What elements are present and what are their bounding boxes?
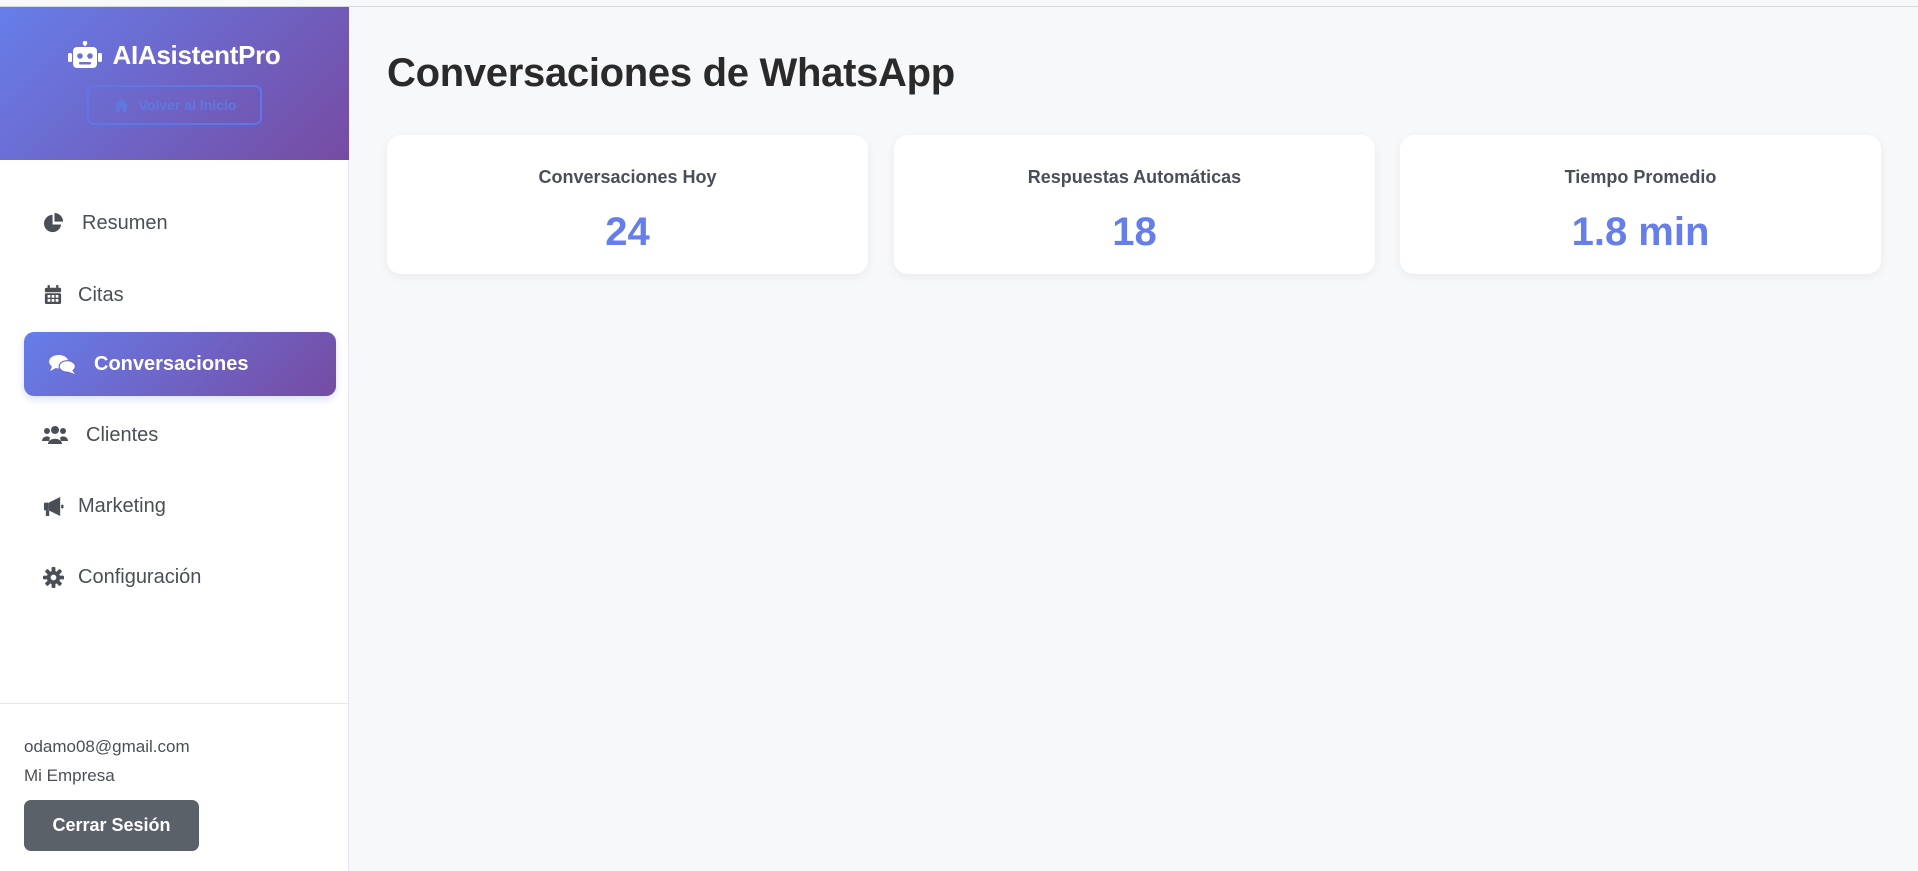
megaphone-icon (42, 495, 64, 517)
main-content: Conversaciones de WhatsApp Conversacione… (350, 7, 1918, 871)
sidebar-item-label: Conversaciones (94, 352, 249, 375)
sidebar-item-conversaciones[interactable]: Conversaciones (24, 332, 336, 396)
stat-label: Conversaciones Hoy (538, 167, 717, 187)
stat-card-tiempo-promedio: Tiempo Promedio 1.8 min (1400, 135, 1881, 274)
sidebar-item-label: Configuración (78, 565, 202, 588)
sidebar-item-label: Marketing (78, 494, 166, 517)
brand-header: AIAsistentPro Volver al Inicio (0, 7, 349, 160)
brand-title: AIAsistentPro (112, 40, 281, 70)
stat-value: 1.8 min (1571, 210, 1710, 254)
home-button[interactable]: Volver al Inicio (87, 85, 262, 125)
logout-button[interactable]: Cerrar Sesión (24, 800, 199, 851)
stat-label: Respuestas Automáticas (1027, 167, 1242, 187)
home-button-label: Volver al Inicio (138, 97, 237, 113)
users-icon (42, 424, 68, 446)
stat-label: Tiempo Promedio (1564, 167, 1717, 187)
stat-card-conversaciones-hoy: Conversaciones Hoy 24 (387, 135, 868, 274)
sidebar-footer: odamo08@gmail.com Mi Empresa Cerrar Sesi… (0, 703, 349, 871)
page-title: Conversaciones de WhatsApp (387, 51, 955, 95)
sidebar-item-configuracion[interactable]: Configuración (24, 545, 336, 609)
sidebar: AIAsistentPro Volver al Inicio Resumen C… (0, 7, 349, 871)
user-email: odamo08@gmail.com (24, 737, 190, 756)
sidebar-item-label: Resumen (82, 211, 168, 234)
sidebar-item-label: Clientes (86, 423, 159, 446)
robot-icon (68, 40, 103, 71)
top-border (0, 0, 1918, 7)
home-icon (113, 98, 129, 112)
sidebar-item-marketing[interactable]: Marketing (24, 474, 336, 538)
brand-row: AIAsistentPro (68, 40, 281, 71)
gear-icon (42, 566, 64, 588)
pie-chart-icon (42, 212, 64, 234)
calendar-icon (42, 284, 64, 306)
sidebar-item-clientes[interactable]: Clientes (24, 403, 336, 467)
stat-value: 24 (605, 210, 650, 254)
sidebar-item-label: Citas (78, 283, 124, 306)
chat-icon (48, 353, 76, 375)
sidebar-item-citas[interactable]: Citas (24, 263, 336, 327)
sidebar-item-resumen[interactable]: Resumen (24, 191, 336, 255)
company-name: Mi Empresa (24, 766, 115, 785)
stat-card-respuestas-automaticas: Respuestas Automáticas 18 (894, 135, 1375, 274)
stat-value: 18 (1112, 210, 1157, 254)
